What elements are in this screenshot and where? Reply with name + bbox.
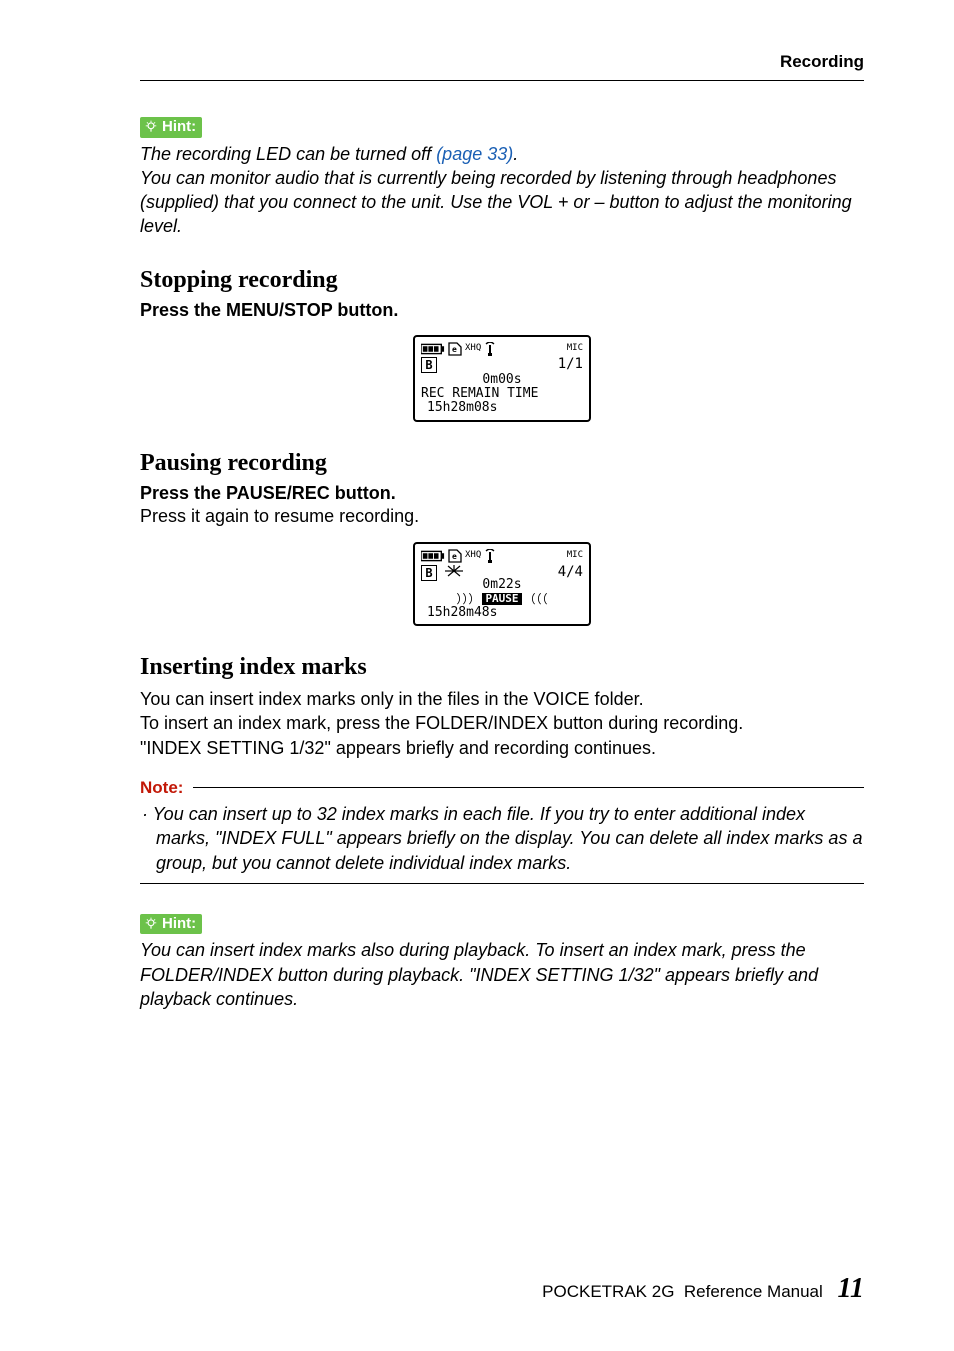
lcd-mode: XHQ — [465, 551, 481, 561]
footer-product: POCKETRAK 2G — [542, 1282, 674, 1301]
hint-label-text: Hint: — [162, 119, 196, 136]
hint-block-1: Hint: The recording LED can be turned of… — [140, 117, 864, 239]
header-title: Recording — [780, 52, 864, 71]
section-index-title: Inserting index marks — [140, 654, 864, 681]
antenna-icon — [484, 342, 496, 356]
stop-instruction: Press the MENU/STOP button. — [140, 300, 864, 321]
hint2-body: You can insert index marks also during p… — [140, 938, 864, 1011]
pause-waves-right: （（（ — [524, 593, 548, 606]
section-stop-title: Stopping recording — [140, 267, 864, 294]
lightbulb-icon — [144, 120, 158, 134]
pause-badge: PAUSE — [482, 593, 521, 605]
hint1-line1: The recording LED can be turned off (pag… — [140, 142, 864, 166]
lcd-count: 1/1 — [558, 357, 583, 372]
pause-sub: Press it again to resume recording. — [140, 504, 864, 528]
lcd-mic: MIC — [567, 344, 583, 354]
svg-text:e: e — [452, 345, 457, 354]
index-p2: To insert an index mark, press the FOLDE… — [140, 711, 864, 735]
hint1-line2: You can monitor audio that is currently … — [140, 166, 864, 239]
note-header: Note: — [140, 778, 864, 798]
page-ref-link[interactable]: (page 33) — [436, 144, 513, 164]
battery-icon — [421, 343, 445, 355]
page-footer: POCKETRAK 2G Reference Manual 11 — [140, 1273, 864, 1305]
lcd-remain: 15h28m08s — [421, 401, 583, 415]
memory-card-icon: e — [448, 342, 462, 356]
battery-icon — [421, 550, 445, 562]
note-body: · You can insert up to 32 index marks in… — [140, 798, 864, 884]
antenna-icon — [484, 549, 496, 563]
hint-block-2: Hint: You can insert index marks also du… — [140, 914, 864, 1011]
lcd-remain-label: REC REMAIN TIME — [421, 387, 583, 401]
pause-waves-left: ））） — [456, 593, 480, 606]
lcd-remain: 15h28m48s — [421, 606, 583, 620]
lcd-mic: MIC — [567, 551, 583, 561]
hint-badge: Hint: — [140, 117, 202, 138]
svg-text:e: e — [452, 552, 457, 561]
memory-card-icon: e — [448, 549, 462, 563]
lcd-mode: XHQ — [465, 344, 481, 354]
index-p1: You can insert index marks only in the f… — [140, 687, 864, 711]
note-label: Note: — [140, 778, 183, 798]
folder-icon: B — [421, 357, 437, 373]
hint-badge: Hint: — [140, 914, 202, 935]
section-pause-title: Pausing recording — [140, 450, 864, 477]
lcd-pause: e XHQ MIC B — [413, 542, 591, 626]
pause-instruction: Press the PAUSE/REC button. — [140, 483, 864, 504]
lcd-stop: e XHQ MIC B 1/1 0m00s REC REMAIN TIME 15… — [413, 335, 591, 422]
index-p3: "INDEX SETTING 1/32" appears briefly and… — [140, 736, 864, 760]
page-number: 11 — [838, 1273, 864, 1304]
lightbulb-icon — [144, 917, 158, 931]
page-header: Recording — [140, 52, 864, 81]
sunburst-icon — [441, 564, 467, 582]
hint-label-text: Hint: — [162, 916, 196, 933]
lcd-count: 4/4 — [558, 565, 583, 580]
lcd-time: 0m00s — [421, 373, 583, 387]
folder-icon: B — [421, 565, 437, 581]
footer-doc: Reference Manual — [684, 1282, 823, 1301]
